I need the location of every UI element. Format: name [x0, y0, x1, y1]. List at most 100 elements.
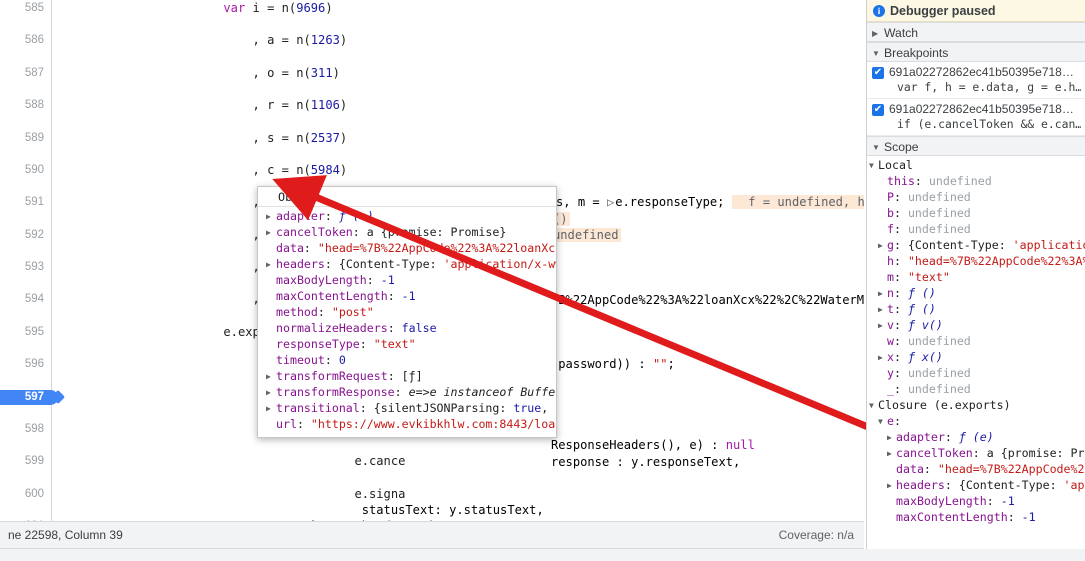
expand-triangle-icon[interactable]: ▶ — [878, 222, 887, 237]
chevron-right-icon[interactable]: ▶ — [872, 24, 884, 44]
code-line-587[interactable]: 587 , o = n(311) — [0, 65, 864, 81]
expand-triangle-icon[interactable]: ▶ — [266, 417, 276, 432]
expand-triangle-icon[interactable]: ▶ — [878, 190, 887, 205]
breakpoint-item[interactable]: ✔ 691a02272862ec41b50395e718… var f, h = e… — [867, 62, 1085, 99]
tooltip-property-row[interactable]: ▶ adapter: ƒ (e) — [258, 208, 556, 224]
scope-row[interactable]: ▶maxBodyLength: -1 — [867, 493, 1085, 509]
expand-triangle-icon[interactable]: ▶ — [266, 225, 276, 240]
line-number[interactable]: 597 — [0, 389, 44, 405]
expand-triangle-icon[interactable]: ▶ — [887, 494, 896, 509]
expand-triangle-icon[interactable]: ▼ — [869, 398, 878, 413]
line-number[interactable]: 594 — [0, 291, 44, 307]
expand-triangle-icon[interactable]: ▶ — [266, 305, 276, 320]
code-line-586[interactable]: 586 , a = n(1263) — [0, 32, 864, 48]
scope-variable-tree[interactable]: ▼Local▶this: undefined▶P: undefined▶b: u… — [867, 156, 1085, 525]
line-number[interactable]: 586 — [0, 32, 44, 48]
object-preview-tooltip[interactable]: Object ▶ adapter: ƒ (e) ▶ cancelToken: a {p… — [257, 186, 557, 438]
scope-row[interactable]: ▼ Local — [867, 157, 1085, 173]
expand-triangle-icon[interactable]: ▶ — [266, 385, 276, 400]
scope-row[interactable]: ▶ v: ƒ v() — [867, 317, 1085, 333]
tooltip-property-row[interactable]: ▶normalizeHeaders: false — [258, 320, 556, 336]
tooltip-property-row[interactable]: ▶ transformResponse: e=>e instanceof Buff… — [258, 384, 556, 400]
breakpoint-list[interactable]: ✔ 691a02272862ec41b50395e718… var f, h = e… — [867, 62, 1085, 136]
tooltip-property-row[interactable]: ▶url: "https://www.evkibkhlw.com:8443/lo… — [258, 416, 556, 432]
scope-row[interactable]: ▶ n: ƒ () — [867, 285, 1085, 301]
expand-triangle-icon[interactable]: ▶ — [266, 401, 276, 416]
tooltip-property-row[interactable]: ▶responseType: "text" — [258, 336, 556, 352]
tooltip-property-list[interactable]: ▶ adapter: ƒ (e) ▶ cancelToken: a {promise:… — [258, 207, 556, 432]
line-number[interactable]: 590 — [0, 162, 44, 178]
scope-row[interactable]: ▼ Closure (e.exports) — [867, 397, 1085, 413]
expand-triangle-icon[interactable]: ▶ — [266, 353, 276, 368]
breakpoint-item[interactable]: ✔ 691a02272862ec41b50395e718… if (e.cancel… — [867, 99, 1085, 136]
line-number[interactable]: 591 — [0, 194, 44, 210]
code-line-590[interactable]: 590 , c = n(5984) — [0, 162, 864, 178]
expand-triangle-icon[interactable]: ▶ — [878, 286, 887, 301]
chevron-down-icon[interactable]: ▼ — [872, 138, 884, 158]
scope-row[interactable]: ▶ adapter: ƒ (e) — [867, 429, 1085, 445]
tooltip-property-row[interactable]: ▶ transitional: {silentJSONParsing: true,… — [258, 400, 556, 416]
scope-row[interactable]: ▶maxContentLength: -1 — [867, 509, 1085, 525]
tooltip-property-row[interactable]: ▶data: "head=%7B%22AppCode%22%3A%22loanX… — [258, 240, 556, 256]
line-number[interactable]: 587 — [0, 65, 44, 81]
scope-row[interactable]: ▶m: "text" — [867, 269, 1085, 285]
expand-triangle-icon[interactable]: ▶ — [266, 289, 276, 304]
scope-row[interactable]: ▶ cancelToken: a {promise: Pro — [867, 445, 1085, 461]
scope-row[interactable]: ▶headers: {Content-Type: 'app — [867, 477, 1085, 493]
line-number[interactable]: 595 — [0, 324, 44, 340]
tooltip-property-row[interactable]: ▶ headers: {Content-Type: 'application/x-… — [258, 256, 556, 272]
tooltip-property-row[interactable]: ▶ transformRequest: [ƒ] — [258, 368, 556, 384]
expand-triangle-icon[interactable]: ▼ — [878, 414, 887, 429]
line-number[interactable]: 599 — [0, 453, 44, 469]
line-number[interactable]: 593 — [0, 259, 44, 275]
expand-triangle-icon[interactable]: ▶ — [887, 462, 896, 477]
line-number[interactable]: 588 — [0, 97, 44, 113]
expand-triangle-icon[interactable]: ▶ — [878, 366, 887, 381]
expand-triangle-icon[interactable]: ▶ — [887, 510, 896, 525]
scope-row[interactable]: ▶P: undefined — [867, 189, 1085, 205]
code-line-588[interactable]: 588 , r = n(1106) — [0, 97, 864, 113]
expand-triangle-icon[interactable]: ▶ — [266, 273, 276, 288]
expand-triangle-icon[interactable]: ▶ — [266, 321, 276, 336]
scope-row[interactable]: ▶_: undefined — [867, 381, 1085, 397]
expand-triangle-icon[interactable]: ▶ — [887, 446, 896, 461]
expand-triangle-icon[interactable]: ▶ — [878, 334, 887, 349]
expand-triangle-icon[interactable]: ▶ — [878, 254, 887, 269]
tooltip-property-row[interactable]: ▶maxContentLength: -1 — [258, 288, 556, 304]
breakpoint-checkbox[interactable]: ✔ — [872, 67, 884, 79]
expand-triangle-icon[interactable]: ▶ — [878, 270, 887, 285]
scope-row[interactable]: ▶ t: ƒ () — [867, 301, 1085, 317]
expand-triangle-icon[interactable]: ▶ — [887, 478, 896, 493]
expand-triangle-icon[interactable]: ▶ — [887, 430, 896, 445]
line-number[interactable]: 596 — [0, 356, 44, 372]
expand-triangle-icon[interactable]: ▶ — [266, 369, 276, 384]
expand-triangle-icon[interactable]: ▶ — [878, 382, 887, 397]
debugger-sidebar[interactable]: i Debugger paused ▶ Watch ▼ Breakpoints ✔ 69… — [866, 0, 1085, 549]
sidebar-section-scope[interactable]: ▼ Scope — [867, 136, 1085, 156]
scope-row[interactable]: ▶f: undefined — [867, 221, 1085, 237]
code-line-599[interactable]: 599 e.cance — [0, 453, 864, 469]
chevron-down-icon[interactable]: ▼ — [872, 44, 884, 64]
scope-row[interactable]: ▶data: "head=%7B%22AppCode%22 — [867, 461, 1085, 477]
tooltip-property-row[interactable]: ▶timeout: 0 — [258, 352, 556, 368]
expand-triangle-icon[interactable]: ▶ — [266, 209, 276, 224]
code-line-589[interactable]: 589 , s = n(2537) — [0, 130, 864, 146]
expand-triangle-icon[interactable]: ▶ — [878, 350, 887, 365]
expand-triangle-icon[interactable]: ▼ — [869, 158, 878, 173]
scope-row[interactable]: ▶y: undefined — [867, 365, 1085, 381]
line-number[interactable]: 600 — [0, 486, 44, 502]
scope-row[interactable]: ▶w: undefined — [867, 333, 1085, 349]
code-line-585[interactable]: 585 var i = n(9696) — [0, 0, 864, 16]
sidebar-section-watch[interactable]: ▶ Watch — [867, 22, 1085, 42]
scope-row[interactable]: ▶ g: {Content-Type: 'applicatio — [867, 237, 1085, 253]
scope-row[interactable]: ▶b: undefined — [867, 205, 1085, 221]
expand-triangle-icon[interactable]: ▶ — [266, 337, 276, 352]
line-number[interactable]: 585 — [0, 0, 44, 16]
tooltip-property-row[interactable]: ▶ cancelToken: a {promise: Promise} — [258, 224, 556, 240]
tooltip-property-row[interactable]: ▶maxBodyLength: -1 — [258, 272, 556, 288]
line-number[interactable]: 589 — [0, 130, 44, 146]
coverage-label[interactable]: Coverage: n/a — [779, 528, 854, 542]
expand-triangle-icon[interactable]: ▶ — [266, 257, 276, 272]
expand-triangle-icon[interactable]: ▶ — [878, 302, 887, 317]
expand-triangle-icon[interactable]: ▶ — [878, 174, 887, 189]
